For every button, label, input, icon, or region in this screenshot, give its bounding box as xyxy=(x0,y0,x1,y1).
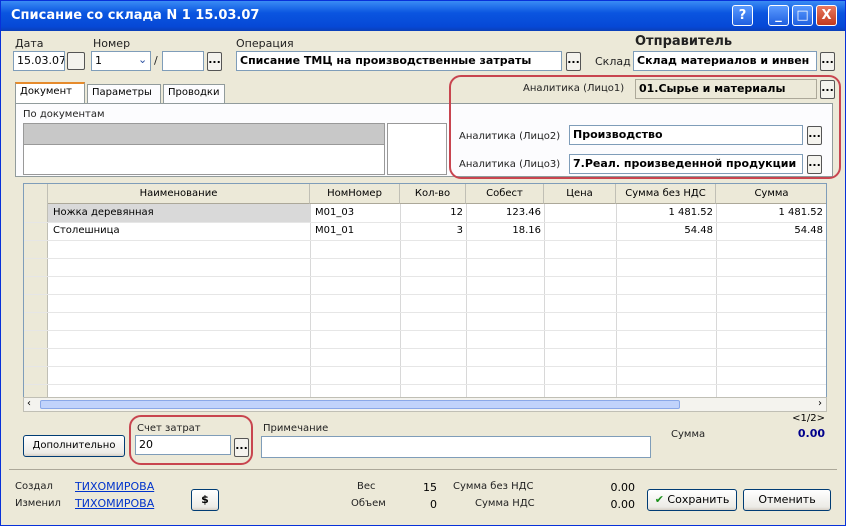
scroll-thumb[interactable] xyxy=(40,400,680,409)
weight-value: 15 xyxy=(423,481,437,494)
by-documents-detail[interactable] xyxy=(387,123,447,175)
weight-label: Вес xyxy=(357,481,376,492)
note-label: Примечание xyxy=(263,423,329,434)
number-picker-button[interactable]: ... xyxy=(207,52,222,71)
row2-name[interactable]: Столешница xyxy=(50,222,123,240)
operation-field[interactable]: Списание ТМЦ на производственные затраты xyxy=(236,51,562,71)
sum-label: Сумма xyxy=(671,429,706,440)
tab-document[interactable]: Документ xyxy=(15,82,85,104)
analytics-highlight xyxy=(449,75,841,179)
col-name-header[interactable]: Наименование xyxy=(48,184,310,204)
document-window: Списание со склада N 1 15.03.07 ? _ □ X … xyxy=(0,0,846,526)
sum-no-vat-label: Сумма без НДС xyxy=(453,481,534,492)
volume-label: Объем xyxy=(351,498,386,509)
row2-code[interactable]: М01_01 xyxy=(312,222,357,240)
page-indicator[interactable]: <1/2> xyxy=(781,413,825,424)
number-suffix-field[interactable] xyxy=(162,51,204,71)
modified-by-link[interactable]: ТИХОМИРОВА xyxy=(75,497,154,510)
footer-divider xyxy=(9,469,837,470)
volume-value: 0 xyxy=(430,498,437,511)
date-field[interactable]: 15.03.07 xyxy=(13,51,65,71)
save-button-label: Сохранить xyxy=(667,493,730,506)
additional-button[interactable]: Дополнительно xyxy=(23,435,125,457)
modified-label: Изменил xyxy=(15,498,61,509)
row2-cost[interactable]: 18.16 xyxy=(466,222,544,240)
minimize-button[interactable]: _ xyxy=(768,5,789,26)
col-code-header[interactable]: НомНомер xyxy=(310,184,400,204)
tab-parameters[interactable]: Параметры xyxy=(87,84,161,103)
items-table[interactable]: Наименование НомНомер Кол-во Собест Цена… xyxy=(23,183,827,399)
warehouse-label: Склад xyxy=(595,55,631,68)
checkmark-icon: ✔ xyxy=(654,493,664,506)
cost-account-highlight xyxy=(129,415,253,465)
number-separator: / xyxy=(154,54,158,67)
created-by-link[interactable]: ТИХОМИРОВА xyxy=(75,480,154,493)
row1-price[interactable] xyxy=(544,204,616,222)
title-bar[interactable]: Списание со склада N 1 15.03.07 ? _ □ X xyxy=(1,1,845,31)
sender-title: Отправитель xyxy=(635,34,733,49)
date-label: Дата xyxy=(15,37,44,50)
by-documents-header xyxy=(23,123,385,145)
col-qty-header[interactable]: Кол-во xyxy=(400,184,466,204)
by-documents-label: По документам xyxy=(23,109,105,120)
col-sum-header[interactable]: Сумма xyxy=(716,184,826,204)
col-sum-no-vat-header[interactable]: Сумма без НДС xyxy=(616,184,716,204)
row1-cost[interactable]: 123.46 xyxy=(466,204,544,222)
scroll-right-icon[interactable]: › xyxy=(818,398,822,409)
row2-sum[interactable]: 54.48 xyxy=(716,222,826,240)
currency-button[interactable]: $ xyxy=(191,489,219,511)
number-label: Номер xyxy=(93,37,131,50)
scroll-left-icon[interactable]: ‹ xyxy=(27,398,31,409)
sum-vat-label: Сумма НДС xyxy=(475,498,535,509)
row2-sum-no-vat[interactable]: 54.48 xyxy=(616,222,716,240)
cancel-button[interactable]: Отменить xyxy=(743,489,831,511)
created-label: Создал xyxy=(15,481,53,492)
chevron-down-icon[interactable]: ⌄ xyxy=(138,53,147,66)
col-cost-header[interactable]: Собест xyxy=(466,184,544,204)
warehouse-picker-button[interactable]: ... xyxy=(820,52,835,71)
row1-code[interactable]: М01_03 xyxy=(312,204,357,222)
save-button[interactable]: ✔ Сохранить xyxy=(647,489,737,511)
row1-sum-no-vat[interactable]: 1 481.52 xyxy=(616,204,716,222)
col-price-header[interactable]: Цена xyxy=(544,184,616,204)
sum-value: 0.00 xyxy=(797,427,825,440)
sum-no-vat-value: 0.00 xyxy=(610,481,636,494)
date-picker-button[interactable] xyxy=(67,52,85,70)
by-documents-list[interactable] xyxy=(23,145,385,175)
row1-name[interactable]: Ножка деревянная xyxy=(50,204,157,222)
warehouse-field[interactable]: Склад материалов и инвен xyxy=(633,51,817,71)
horizontal-scrollbar[interactable]: ‹ › xyxy=(23,397,827,412)
window-title: Списание со склада N 1 15.03.07 xyxy=(11,8,260,23)
operation-label: Операция xyxy=(236,37,294,50)
row1-sum[interactable]: 1 481.52 xyxy=(716,204,826,222)
row2-qty[interactable]: 3 xyxy=(400,222,466,240)
note-field[interactable] xyxy=(261,436,651,458)
row1-qty[interactable]: 12 xyxy=(400,204,466,222)
maximize-button[interactable]: □ xyxy=(792,5,813,26)
operation-picker-button[interactable]: ... xyxy=(566,52,581,71)
tab-postings[interactable]: Проводки xyxy=(163,84,225,103)
close-button[interactable]: X xyxy=(816,5,837,26)
sum-vat-value: 0.00 xyxy=(610,498,636,511)
help-button[interactable]: ? xyxy=(732,5,753,26)
row2-price[interactable] xyxy=(544,222,616,240)
